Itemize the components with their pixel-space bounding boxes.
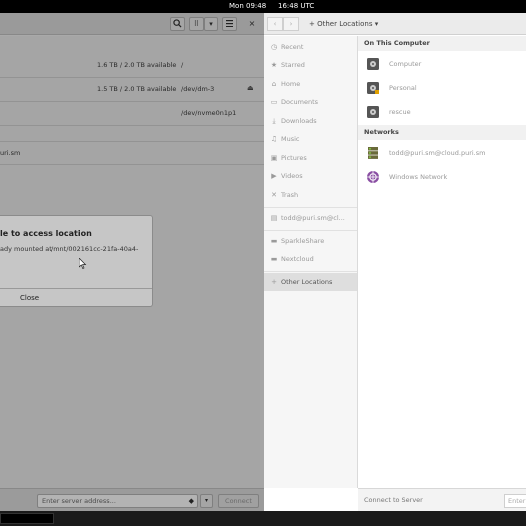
places-sidebar: ◷ Recent ★ Starred ⌂ Home ▭ Documents ⤓ Downl… — [264, 36, 358, 488]
location-item-rescue[interactable]: rescue — [358, 101, 526, 123]
forward-icon: › — [289, 20, 293, 28]
server-address-input[interactable]: Enter — [504, 494, 526, 508]
sidebar-item-sparkleshare[interactable]: ▬ SparkleShare — [264, 232, 357, 250]
sidebar-item-network-drive[interactable]: ▤ todd@puri.sm@cl... — [264, 209, 357, 227]
top-bar: Mon 09:48 16:48 UTC — [0, 0, 526, 13]
sidebar-item-trash[interactable]: ✕ Trash — [264, 186, 357, 204]
location-button[interactable]: + Other Locations ▾ — [309, 17, 378, 31]
folder-icon: ▬ — [270, 255, 278, 263]
server-address-input[interactable]: Enter server address... ◆ — [37, 494, 198, 508]
search-icon — [173, 19, 182, 28]
close-button-label: Close — [20, 294, 40, 302]
view-toggle-button[interactable]: ⠿ — [189, 17, 204, 31]
windows-network-icon — [367, 171, 379, 183]
dialog-message: ady mounted at — [0, 245, 52, 253]
chevron-down-icon: ▾ — [209, 20, 213, 28]
location-item-network-server[interactable]: todd@puri.sm@cloud.puri.sm — [358, 142, 526, 164]
dialog-path: /mnt/002161cc-21fa-40a4- — [51, 245, 139, 253]
chevron-down-icon: ▾ — [374, 20, 379, 28]
home-icon: ⌂ — [271, 80, 277, 88]
error-dialog: le to access location ady mounted at /mn… — [0, 215, 153, 307]
section-on-this-computer: On This Computer — [358, 36, 526, 51]
divider — [0, 77, 264, 78]
plus-icon: + — [309, 20, 315, 28]
volume-size: 1.5 TB / 2.0 TB available — [97, 85, 177, 93]
chevron-down-icon: ▾ — [204, 497, 208, 504]
back-icon: ‹ — [273, 20, 277, 28]
volume-path: /dev/dm-3 — [181, 85, 215, 93]
sidebar-divider — [264, 207, 357, 208]
volume-path: / — [181, 61, 184, 69]
clock[interactable]: Mon 09:48 — [229, 0, 266, 13]
videos-icon: ▶ — [271, 172, 277, 180]
plus-icon: + — [271, 278, 277, 286]
sidebar-item-documents[interactable]: ▭ Documents — [264, 93, 357, 111]
documents-icon: ▭ — [270, 98, 278, 106]
left-footer: Enter server address... ◆ ▾ Connect — [0, 488, 264, 511]
star-icon: ★ — [270, 61, 278, 69]
server-address-placeholder: Enter server address... — [42, 497, 116, 505]
section-networks: Networks — [358, 125, 526, 140]
network-drive-icon: ▤ — [270, 214, 278, 222]
search-button[interactable] — [170, 17, 185, 31]
clock-utc: 16:48 UTC — [278, 2, 315, 10]
volume-path: /dev/nvme0n1p1 — [181, 109, 237, 117]
divider — [0, 125, 264, 126]
sidebar-item-other-locations[interactable]: + Other Locations — [264, 273, 357, 291]
sidebar-item-nextcloud[interactable]: ▬ Nextcloud — [264, 250, 357, 268]
volume-size: 1.6 TB / 2.0 TB available — [97, 61, 177, 69]
sidebar-item-recent[interactable]: ◷ Recent — [264, 38, 357, 56]
pictures-icon: ▣ — [270, 154, 278, 162]
close-icon: × — [248, 19, 256, 28]
drive-icon — [367, 58, 379, 70]
history-icon[interactable]: ◆ — [189, 495, 194, 507]
forward-button[interactable]: › — [283, 17, 299, 31]
right-header-bar: ‹ › + Other Locations ▾ — [264, 13, 526, 35]
menu-button[interactable] — [222, 17, 237, 31]
drive-icon — [367, 82, 379, 94]
mouse-cursor-icon — [79, 258, 87, 269]
eject-icon[interactable]: ⏏ — [247, 84, 254, 92]
connect-button[interactable]: Connect — [218, 494, 259, 508]
sidebar-item-downloads[interactable]: ⤓ Downloads — [264, 112, 357, 130]
clock-icon: ◷ — [270, 43, 278, 51]
sidebar-item-pictures[interactable]: ▣ Pictures — [264, 149, 357, 167]
network-server-icon — [368, 147, 378, 159]
divider — [0, 101, 264, 102]
close-button[interactable]: Close — [0, 288, 152, 308]
other-locations-view: On This Computer Computer Personal rescu… — [358, 36, 526, 488]
music-icon: ♫ — [270, 135, 278, 143]
view-options-button[interactable]: ▾ — [204, 17, 218, 31]
taskbar — [0, 511, 526, 526]
connect-to-server-label: Connect to Server — [364, 496, 423, 504]
sidebar-divider — [264, 271, 357, 272]
location-item-computer[interactable]: Computer — [358, 53, 526, 75]
hamburger-icon — [226, 20, 233, 28]
sidebar-item-videos[interactable]: ▶ Videos — [264, 167, 357, 185]
drive-icon — [367, 106, 379, 118]
location-item-personal[interactable]: Personal — [358, 77, 526, 99]
dialog-title: le to access location — [0, 229, 92, 238]
folder-icon: ▬ — [270, 237, 278, 245]
sidebar-item-music[interactable]: ♫ Music — [264, 130, 357, 148]
server-dropdown-button[interactable]: ▾ — [200, 494, 213, 508]
close-window-button[interactable]: × — [247, 17, 257, 31]
trash-icon: ✕ — [271, 191, 277, 199]
location-label: Other Locations — [317, 20, 373, 28]
sidebar-divider — [264, 230, 357, 231]
left-header-bar: ⠿ ▾ × — [0, 13, 264, 35]
sidebar-item-home[interactable]: ⌂ Home — [264, 75, 357, 93]
right-footer: Connect to Server Enter — [358, 488, 526, 511]
network-row: uri.sm — [0, 149, 21, 157]
divider — [0, 141, 264, 142]
divider — [0, 164, 264, 165]
location-item-windows-network[interactable]: Windows Network — [358, 166, 526, 188]
downloads-icon: ⤓ — [272, 117, 276, 125]
right-file-window: ‹ › + Other Locations ▾ ◷ Recent ★ Starred… — [264, 13, 526, 511]
back-button[interactable]: ‹ — [267, 17, 283, 31]
grid-icon: ⠿ — [193, 20, 200, 28]
sidebar-item-starred[interactable]: ★ Starred — [264, 56, 357, 74]
taskbar-window-button[interactable] — [0, 513, 54, 524]
